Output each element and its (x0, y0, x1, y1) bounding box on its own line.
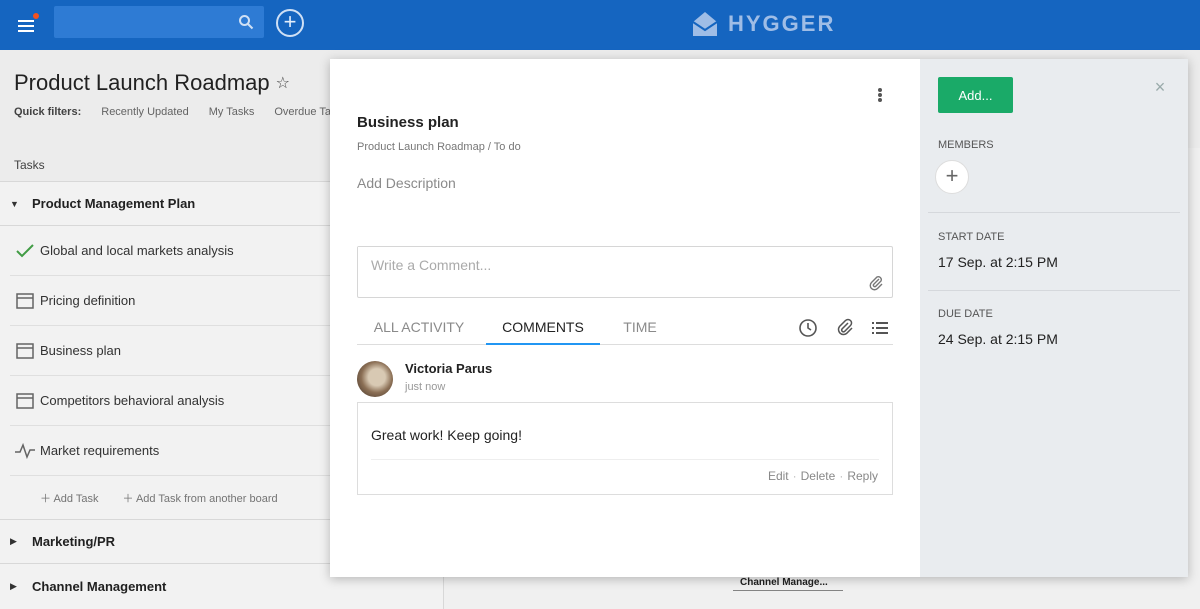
attach-icon[interactable] (868, 275, 884, 291)
divider (928, 212, 1180, 213)
notification-dot (32, 12, 40, 20)
start-date-label: START DATE (938, 231, 1005, 243)
menu-icon[interactable] (14, 12, 40, 35)
search-box[interactable] (54, 6, 264, 38)
comment-card: Great work! Keep going! Edit · Delete · … (357, 402, 893, 495)
comment-text: Great work! Keep going! (371, 427, 522, 443)
task-detail-modal: Business plan Product Launch Roadmap / T… (330, 59, 1188, 577)
divider (928, 290, 1180, 291)
due-date-label: DUE DATE (938, 308, 993, 320)
search-input[interactable] (54, 6, 234, 38)
modal-sidebar: Add... × MEMBERS + START DATE 17 Sep. at… (920, 59, 1188, 577)
delete-comment-link[interactable]: Delete (801, 469, 836, 483)
tab-time[interactable]: TIME (605, 317, 675, 345)
add-button[interactable]: Add... (938, 77, 1013, 113)
list-icon[interactable] (870, 318, 890, 338)
divider (371, 459, 879, 460)
comment-author[interactable]: Victoria Parus (405, 361, 492, 376)
due-date-value[interactable]: 24 Sep. at 2:15 PM (938, 331, 1058, 347)
edit-comment-link[interactable]: Edit (768, 469, 789, 483)
logo-text: HYGGER (728, 11, 836, 36)
comment-actions: Edit · Delete · Reply (768, 469, 878, 483)
attachment-filter-icon[interactable] (835, 318, 855, 338)
start-date-value[interactable]: 17 Sep. at 2:15 PM (938, 254, 1058, 270)
separator: · (839, 469, 844, 483)
close-icon[interactable]: × (1152, 78, 1168, 96)
separator: · (792, 469, 797, 483)
logo-envelope-icon (692, 12, 718, 36)
add-member-icon[interactable]: + (935, 160, 969, 194)
add-description[interactable]: Add Description (357, 175, 456, 191)
search-icon[interactable] (238, 14, 254, 30)
more-options-icon[interactable] (876, 85, 884, 105)
modal-main: Business plan Product Launch Roadmap / T… (330, 59, 920, 577)
members-label: MEMBERS (938, 139, 994, 151)
comment-box (357, 246, 893, 298)
clock-icon[interactable] (798, 318, 818, 338)
reply-comment-link[interactable]: Reply (847, 469, 878, 483)
top-bar: + HYGGER (0, 0, 1200, 50)
comment-input[interactable] (358, 247, 858, 295)
hygger-logo[interactable]: HYGGER (690, 8, 835, 40)
task-title[interactable]: Business plan (357, 114, 459, 131)
tab-comments[interactable]: COMMENTS (486, 317, 600, 345)
comment-time: just now (405, 381, 446, 393)
create-plus-icon[interactable]: + (276, 9, 304, 37)
activity-tabs: ALL ACTIVITY COMMENTS TIME (357, 317, 893, 345)
tab-all-activity[interactable]: ALL ACTIVITY (357, 317, 481, 345)
task-breadcrumb[interactable]: Product Launch Roadmap / To do (357, 141, 521, 153)
avatar[interactable] (357, 361, 393, 397)
